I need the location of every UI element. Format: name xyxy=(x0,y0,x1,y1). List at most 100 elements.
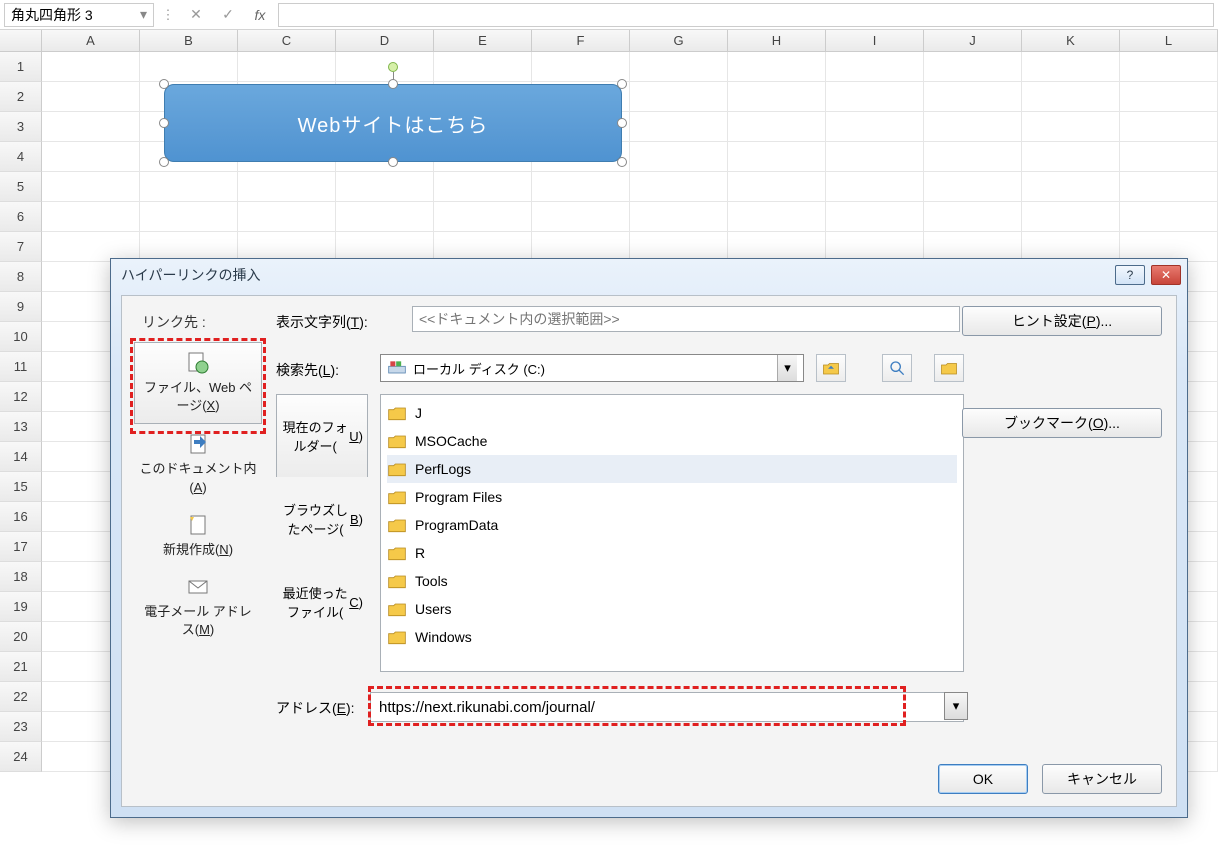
current-folder-button[interactable]: 現在のフォルダー(U) xyxy=(276,394,368,478)
row-header[interactable]: 4 xyxy=(0,142,42,172)
recent-files-button[interactable]: 最近使ったファイル(C) xyxy=(276,560,368,644)
col-header[interactable]: C xyxy=(238,30,336,51)
row-header[interactable]: 3 xyxy=(0,112,42,142)
list-item[interactable]: Program Files xyxy=(387,483,957,511)
bookmark-button[interactable]: ブックマーク(O)... xyxy=(962,408,1162,438)
sidebar-item-this-doc[interactable]: このドキュメント内(A) xyxy=(134,424,262,504)
resize-handle[interactable] xyxy=(159,118,169,128)
col-header[interactable]: J xyxy=(924,30,1022,51)
row-header[interactable]: 15 xyxy=(0,472,42,502)
col-header[interactable]: L xyxy=(1120,30,1218,51)
row-header[interactable]: 12 xyxy=(0,382,42,412)
shape-text: Webサイトはこちら xyxy=(298,109,489,138)
browse-section-buttons: 現在のフォルダー(U) ブラウズしたページ(B) 最近使ったファイル(C) xyxy=(276,394,368,643)
name-box[interactable]: 角丸四角形 3 ▾ xyxy=(4,3,154,27)
address-combo[interactable] xyxy=(370,692,964,722)
rounded-rectangle-shape[interactable]: Webサイトはこちら xyxy=(164,84,622,162)
resize-handle[interactable] xyxy=(617,79,627,89)
list-item[interactable]: Users xyxy=(387,595,957,623)
col-header[interactable]: A xyxy=(42,30,140,51)
resize-handle[interactable] xyxy=(388,157,398,167)
col-header[interactable]: G xyxy=(630,30,728,51)
address-input[interactable] xyxy=(371,693,963,721)
row-header[interactable]: 20 xyxy=(0,622,42,652)
address-dropdown-button[interactable]: ▾ xyxy=(944,692,968,720)
row-header[interactable]: 24 xyxy=(0,742,42,772)
sidebar-item-email[interactable]: 電子メール アドレス(M) xyxy=(134,567,262,647)
list-item[interactable]: ProgramData xyxy=(387,511,957,539)
row-header[interactable]: 22 xyxy=(0,682,42,712)
chevron-down-icon[interactable]: ▾ xyxy=(140,6,147,23)
row-header[interactable]: 10 xyxy=(0,322,42,352)
row-headers: 1 2 3 4 5 6 7 8 9 10 11 12 13 14 15 16 1… xyxy=(0,52,42,772)
sidebar-item-new-doc[interactable]: 新規作成(N) xyxy=(134,505,262,567)
dialog-titlebar[interactable]: ハイパーリンクの挿入 ? ✕ xyxy=(111,259,1187,291)
row-header[interactable]: 5 xyxy=(0,172,42,202)
cancel-icon[interactable]: ✕ xyxy=(182,3,210,27)
resize-handle[interactable] xyxy=(617,157,627,167)
formula-input[interactable] xyxy=(278,3,1214,27)
browse-file-button[interactable] xyxy=(934,354,964,382)
display-text-input[interactable] xyxy=(412,306,960,332)
fx-icon[interactable]: fx xyxy=(246,3,274,27)
row-header[interactable]: 17 xyxy=(0,532,42,562)
ok-button[interactable]: OK xyxy=(938,764,1028,794)
col-header[interactable]: I xyxy=(826,30,924,51)
folder-icon xyxy=(387,460,407,478)
row-header[interactable]: 9 xyxy=(0,292,42,322)
list-item[interactable]: MSOCache xyxy=(387,427,957,455)
row-header[interactable]: 13 xyxy=(0,412,42,442)
row-header[interactable]: 14 xyxy=(0,442,42,472)
col-header[interactable]: B xyxy=(140,30,238,51)
row-header[interactable]: 21 xyxy=(0,652,42,682)
cancel-button[interactable]: キャンセル xyxy=(1042,764,1162,794)
col-header[interactable]: F xyxy=(532,30,630,51)
dialog-title: ハイパーリンクの挿入 xyxy=(117,265,260,285)
browse-web-button[interactable] xyxy=(882,354,912,382)
resize-handle[interactable] xyxy=(617,118,627,128)
col-header[interactable]: H xyxy=(728,30,826,51)
name-box-value: 角丸四角形 3 xyxy=(11,5,93,25)
close-button[interactable]: ✕ xyxy=(1151,265,1181,285)
col-header[interactable]: E xyxy=(434,30,532,51)
chevron-down-icon[interactable]: ▾ xyxy=(777,355,797,381)
up-folder-button[interactable] xyxy=(816,354,846,382)
check-icon[interactable]: ✓ xyxy=(214,3,242,27)
list-item[interactable]: PerfLogs xyxy=(387,455,957,483)
col-header[interactable]: K xyxy=(1022,30,1120,51)
list-item[interactable]: R xyxy=(387,539,957,567)
display-text-label: 表示文字列(T): xyxy=(276,312,368,332)
folder-icon xyxy=(387,432,407,450)
row-header[interactable]: 18 xyxy=(0,562,42,592)
resize-handle[interactable] xyxy=(388,79,398,89)
help-button[interactable]: ? xyxy=(1115,265,1145,285)
row-header[interactable]: 2 xyxy=(0,82,42,112)
rotation-handle-icon[interactable] xyxy=(388,62,398,72)
look-in-label: 検索先(L): xyxy=(276,360,339,380)
row-header[interactable]: 23 xyxy=(0,712,42,742)
list-item[interactable]: Tools xyxy=(387,567,957,595)
row-header[interactable]: 11 xyxy=(0,352,42,382)
row-header[interactable]: 7 xyxy=(0,232,42,262)
col-header[interactable]: D xyxy=(336,30,434,51)
list-item[interactable]: J xyxy=(387,399,957,427)
link-to-label: リンク先 : xyxy=(142,312,206,332)
file-list[interactable]: J MSOCache PerfLogs Program Files Progra… xyxy=(380,394,964,672)
list-item[interactable]: Windows xyxy=(387,623,957,651)
look-in-combo[interactable]: ローカル ディスク (C:) ▾ xyxy=(380,354,804,382)
resize-handle[interactable] xyxy=(159,157,169,167)
sidebar-item-file-web[interactable]: ファイル、Web ページ(X) xyxy=(134,342,262,424)
row-header[interactable]: 16 xyxy=(0,502,42,532)
folder-icon xyxy=(387,488,407,506)
folder-icon xyxy=(387,600,407,618)
folder-icon xyxy=(387,544,407,562)
screen-tip-button[interactable]: ヒント設定(P)... xyxy=(962,306,1162,336)
folder-icon xyxy=(387,516,407,534)
row-header[interactable]: 8 xyxy=(0,262,42,292)
browsed-pages-button[interactable]: ブラウズしたページ(B) xyxy=(276,477,368,561)
select-all-corner[interactable] xyxy=(0,30,42,51)
row-header[interactable]: 6 xyxy=(0,202,42,232)
row-header[interactable]: 1 xyxy=(0,52,42,82)
resize-handle[interactable] xyxy=(159,79,169,89)
row-header[interactable]: 19 xyxy=(0,592,42,622)
